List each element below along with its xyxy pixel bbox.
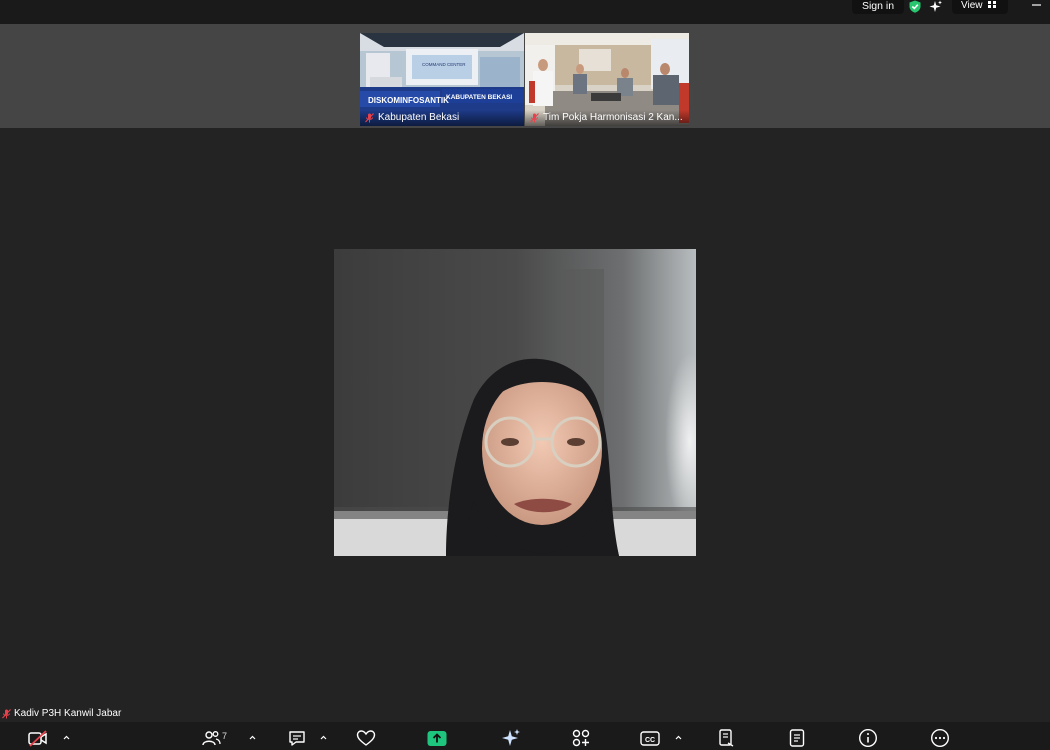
apps-button[interactable] (570, 727, 592, 749)
view-label: View (961, 0, 983, 11)
apps-icon (572, 729, 590, 747)
chevron-up-icon[interactable] (62, 734, 71, 741)
svg-text:CC: CC (645, 737, 655, 744)
participant-tile-kabupaten-bekasi[interactable]: DISKOMINFOSANTIK KABUPATEN BEKASI COMMAN… (360, 33, 524, 126)
participants-button[interactable] (200, 727, 222, 749)
speaker-name-text: Kadiv P3H Kanwil Jabar (14, 708, 122, 719)
whiteboards-button[interactable] (715, 727, 737, 749)
meeting-toolbar (0, 722, 1050, 750)
chat-button[interactable] (286, 727, 308, 749)
grid-icon (987, 1, 996, 8)
video-off-icon (28, 730, 47, 747)
document-edit-icon (719, 729, 734, 747)
sign-in-button[interactable]: Sign in (852, 0, 904, 14)
encryption-shield-icon[interactable] (908, 0, 922, 13)
info-icon (858, 728, 878, 748)
chat-icon (289, 731, 305, 746)
captions-button[interactable]: CC (639, 727, 661, 749)
react-button[interactable] (355, 727, 377, 749)
participant-name: Kabupaten Bekasi (360, 110, 524, 126)
share-screen-icon (427, 731, 447, 746)
notes-button[interactable] (786, 727, 808, 749)
participants-count: 7 (222, 731, 228, 741)
mic-muted-icon (530, 113, 539, 123)
more-button[interactable] (929, 727, 951, 749)
chevron-up-icon[interactable] (319, 734, 328, 741)
participant-tile-tim-pokja[interactable]: Tim Pokja Harmonisasi 2 Kan... (525, 33, 689, 126)
heart-icon (356, 730, 376, 746)
video-off-button[interactable] (27, 727, 49, 749)
share-screen-button[interactable] (426, 727, 448, 749)
active-speaker-video (334, 249, 696, 556)
ai-companion-button[interactable] (500, 727, 522, 749)
speaker-video-feed (334, 249, 696, 556)
sign-right-text: KABUPATEN BEKASI (446, 94, 512, 101)
active-speaker-name: Kadiv P3H Kanwil Jabar (0, 707, 121, 721)
closed-captions-icon: CC (640, 731, 660, 746)
mic-muted-icon (365, 113, 374, 123)
info-button[interactable] (857, 727, 879, 749)
sign-top-text: COMMAND CENTER (422, 62, 466, 67)
ai-sparkle-icon (502, 729, 520, 746)
sign-left-text: DISKOMINFOSANTIK (368, 96, 449, 105)
minimize-icon[interactable] (1030, 0, 1044, 13)
notes-icon (789, 729, 805, 747)
more-options-icon (930, 728, 950, 748)
ai-companion-icon[interactable] (929, 0, 943, 13)
chevron-up-icon[interactable] (674, 734, 683, 741)
chevron-up-icon[interactable] (248, 734, 257, 741)
participants-icon (202, 731, 221, 746)
view-button[interactable]: View (952, 0, 1008, 14)
mic-muted-icon (2, 709, 11, 719)
participant-name: Tim Pokja Harmonisasi 2 Kan... (525, 110, 689, 126)
